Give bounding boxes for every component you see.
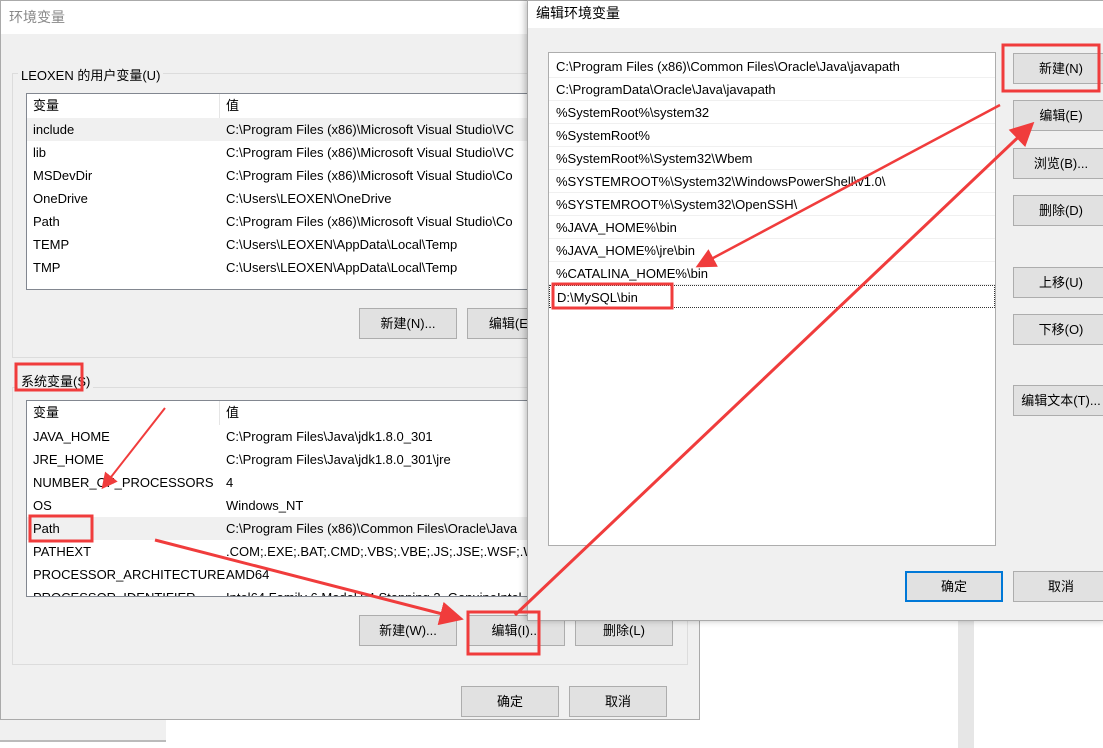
new-button[interactable]: 新建(N)	[1013, 53, 1103, 84]
path-list-item[interactable]: %SYSTEMROOT%\System32\WindowsPowerShell\…	[549, 170, 995, 193]
variable-name: Path	[33, 521, 60, 536]
user-new-button[interactable]: 新建(N)...	[359, 308, 457, 339]
variable-name: OS	[33, 498, 52, 513]
variable-value: C:\Program Files (x86)\Microsoft Visual …	[226, 122, 515, 137]
system-new-button[interactable]: 新建(W)...	[359, 615, 457, 646]
table-row[interactable]: PATHEXT .COM;.EXE;.BAT;.CMD;.VBS;.VBE;.JS…	[27, 540, 545, 563]
edit-button[interactable]: 编辑(E)	[1013, 100, 1103, 131]
path-list-item[interactable]: %SystemRoot%	[549, 124, 995, 147]
variable-name: NUMBER_OF_PROCESSORS	[33, 475, 214, 490]
variable-value: C:\Program Files\Java\jdk1.8.0_301	[226, 429, 433, 444]
variable-value: C:\Program Files\Java\jdk1.8.0_301\jre	[226, 452, 451, 467]
table-row[interactable]: lib C:\Program Files (x86)\Microsoft Visu…	[27, 141, 545, 164]
system-vars-table[interactable]: 变量 值 JAVA_HOME C:\Program Files\Java\jdk1.…	[26, 400, 546, 597]
variable-name: MSDevDir	[33, 168, 93, 183]
variable-name: PATHEXT	[33, 544, 92, 559]
move-down-button[interactable]: 下移(O)	[1013, 314, 1103, 345]
variable-name: JRE_HOME	[33, 452, 104, 467]
path-list-item[interactable]: %SystemRoot%\System32\Wbem	[549, 147, 995, 170]
table-row[interactable]: OS Windows_NT	[27, 494, 545, 517]
variable-name: lib	[33, 145, 47, 160]
table-row[interactable]: PROCESSOR_ARCHITECTURE AMD64	[27, 563, 545, 586]
ok-button[interactable]: 确定	[461, 686, 559, 717]
move-up-button[interactable]: 上移(U)	[1013, 267, 1103, 298]
system-vars-label: 系统变量(S)	[18, 371, 94, 390]
variable-name: Path	[33, 214, 60, 229]
table-row[interactable]: NUMBER_OF_PROCESSORS 4	[27, 471, 545, 494]
variable-value: AMD64	[226, 567, 270, 582]
path-list-item[interactable]: %CATALINA_HOME%\bin	[549, 262, 995, 285]
background-window-strip	[958, 620, 974, 748]
ok-button[interactable]: 确定	[905, 571, 1003, 602]
cancel-button[interactable]: 取消	[1013, 571, 1103, 602]
table-row[interactable]: JAVA_HOME C:\Program Files\Java\jdk1.8.0_…	[27, 425, 545, 448]
user-vars-table[interactable]: 变量 值 include C:\Program Files (x86)\Micros…	[26, 93, 546, 290]
variable-name: TEMP	[33, 237, 70, 252]
variable-value: C:\Users\LEOXEN\OneDrive	[226, 191, 392, 206]
edit-text-button[interactable]: 编辑文本(T)...	[1013, 385, 1103, 416]
variable-value: 4	[226, 475, 234, 490]
path-list-item[interactable]: %JAVA_HOME%\bin	[549, 216, 995, 239]
variable-value: C:\Program Files (x86)\Microsoft Visual …	[226, 168, 513, 183]
path-list-item[interactable]: C:\Program Files (x86)\Common Files\Orac…	[549, 55, 995, 78]
variable-name: PROCESSOR_ARCHITECTURE	[33, 567, 226, 582]
table-row[interactable]: JRE_HOME C:\Program Files\Java\jdk1.8.0_3…	[27, 448, 545, 471]
variable-value: C:\Program Files (x86)\Common Files\Orac…	[226, 521, 518, 536]
variable-value: Windows_NT	[226, 498, 304, 513]
path-list-item[interactable]: %SYSTEMROOT%\System32\OpenSSH\	[549, 193, 995, 216]
table-row[interactable]: PROCESSOR_IDENTIFIER Intel64 Family 6 Mod…	[27, 586, 545, 596]
path-list-item[interactable]: %SystemRoot%\system32	[549, 101, 995, 124]
table-row[interactable]: include C:\Program Files (x86)\Microsoft …	[27, 118, 545, 141]
variable-value: C:\Program Files (x86)\Microsoft Visual …	[226, 214, 513, 229]
variable-value: C:\Users\LEOXEN\AppData\Local\Temp	[226, 237, 458, 252]
edit-env-var-dialog: 编辑环境变量 C:\Program Files (x86)\Common Fil…	[527, 0, 1103, 621]
dialog-title: 编辑环境变量	[528, 1, 1103, 28]
table-row[interactable]: TMP C:\Users\LEOXEN\AppData\Local\Temp	[27, 256, 545, 279]
table-row[interactable]: TEMP C:\Users\LEOXEN\AppData\Local\Temp	[27, 233, 545, 256]
variable-value: C:\Users\LEOXEN\AppData\Local\Temp	[226, 260, 458, 275]
browse-button[interactable]: 浏览(B)...	[1013, 148, 1103, 179]
path-list-item[interactable]: D:\MySQL\bin	[549, 285, 995, 308]
table-row[interactable]: MSDevDir C:\Program Files (x86)\Microsoft…	[27, 164, 545, 187]
table-row[interactable]: Path C:\Program Files (x86)\Common Files\…	[27, 517, 545, 540]
variable-name: JAVA_HOME	[33, 429, 110, 444]
column-header-name[interactable]: 变量	[33, 401, 59, 425]
path-list-item[interactable]: %JAVA_HOME%\jre\bin	[549, 239, 995, 262]
variable-value: Intel64 Family 6 Model 94 Stepping 3, Ge…	[226, 586, 522, 596]
table-row[interactable]: Path C:\Program Files (x86)\Microsoft Vis…	[27, 210, 545, 233]
variable-value: C:\Program Files (x86)\Microsoft Visual …	[226, 145, 515, 160]
variable-name: TMP	[33, 260, 61, 275]
path-list[interactable]: C:\Program Files (x86)\Common Files\Orac…	[548, 52, 996, 546]
table-row[interactable]: OneDrive C:\Users\LEOXEN\OneDrive	[27, 187, 545, 210]
user-vars-label: LEOXEN 的用户变量(U)	[18, 65, 164, 84]
column-header-value[interactable]: 值	[226, 401, 239, 425]
cancel-button[interactable]: 取消	[569, 686, 667, 717]
delete-button[interactable]: 删除(D)	[1013, 195, 1103, 226]
background-window-edge	[0, 718, 166, 742]
column-header-name[interactable]: 变量	[33, 94, 59, 118]
path-list-item[interactable]: C:\ProgramData\Oracle\Java\javapath	[549, 78, 995, 101]
column-header-value[interactable]: 值	[226, 94, 239, 118]
variable-name: OneDrive	[33, 191, 88, 206]
variable-name: PROCESSOR_IDENTIFIER	[33, 586, 196, 596]
variable-value: .COM;.EXE;.BAT;.CMD;.VBS;.VBE;.JS;.JSE;.…	[226, 544, 546, 559]
variable-name: include	[33, 122, 75, 137]
